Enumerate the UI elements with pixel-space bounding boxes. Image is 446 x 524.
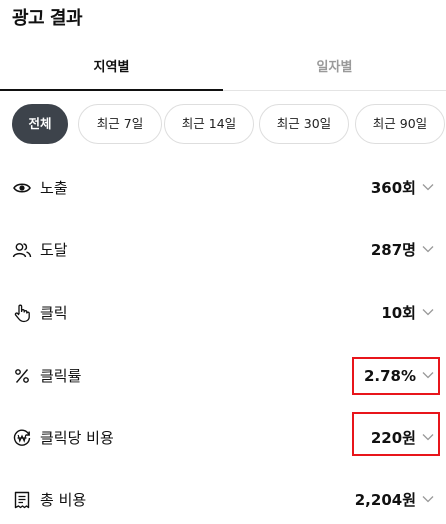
metric-row-total-cost[interactable]: 총 비용 2,204원 — [0, 482, 446, 522]
tab-bar: 지역별 일자별 — [0, 48, 446, 91]
period-chip-all[interactable]: 전체 — [12, 104, 68, 144]
people-icon — [12, 243, 32, 258]
metric-label: 클릭 — [40, 304, 68, 322]
won-coin-icon — [13, 429, 31, 446]
metric-label: 도달 — [40, 241, 68, 259]
metric-row-impressions[interactable]: 노출 360회 — [0, 170, 446, 210]
metric-value: 360회 — [370, 179, 416, 197]
chevron-down-icon — [422, 184, 434, 191]
period-chip-14d[interactable]: 최근 14일 — [164, 104, 254, 144]
metric-label: 노출 — [40, 179, 68, 197]
metric-label: 클릭률 — [40, 367, 82, 385]
eye-icon — [13, 183, 31, 193]
metric-label: 클릭당 비용 — [40, 429, 114, 447]
percent-icon — [15, 369, 29, 383]
metric-value: 10회 — [381, 304, 416, 322]
metric-row-reach[interactable]: 도달 287명 — [0, 232, 446, 272]
chevron-down-icon — [422, 309, 434, 316]
highlight-box-ctr — [352, 357, 440, 395]
tab-date[interactable]: 일자별 — [223, 48, 446, 90]
period-chip-30d[interactable]: 최근 30일 — [259, 104, 349, 144]
metric-value: 287명 — [370, 241, 416, 259]
chevron-down-icon — [422, 496, 434, 503]
period-chip-90d[interactable]: 최근 90일 — [355, 104, 445, 144]
receipt-icon — [14, 491, 30, 509]
tab-region[interactable]: 지역별 — [0, 48, 223, 91]
period-chip-7d[interactable]: 최근 7일 — [78, 104, 162, 144]
metric-value: 2,204원 — [354, 491, 416, 509]
metric-row-clicks[interactable]: 클릭 10회 — [0, 295, 446, 335]
metric-label: 총 비용 — [40, 491, 87, 509]
page-title: 광고 결과 — [12, 8, 83, 29]
highlight-box-cpc — [352, 412, 440, 456]
chevron-down-icon — [422, 246, 434, 253]
hand-pointer-icon — [14, 304, 30, 323]
